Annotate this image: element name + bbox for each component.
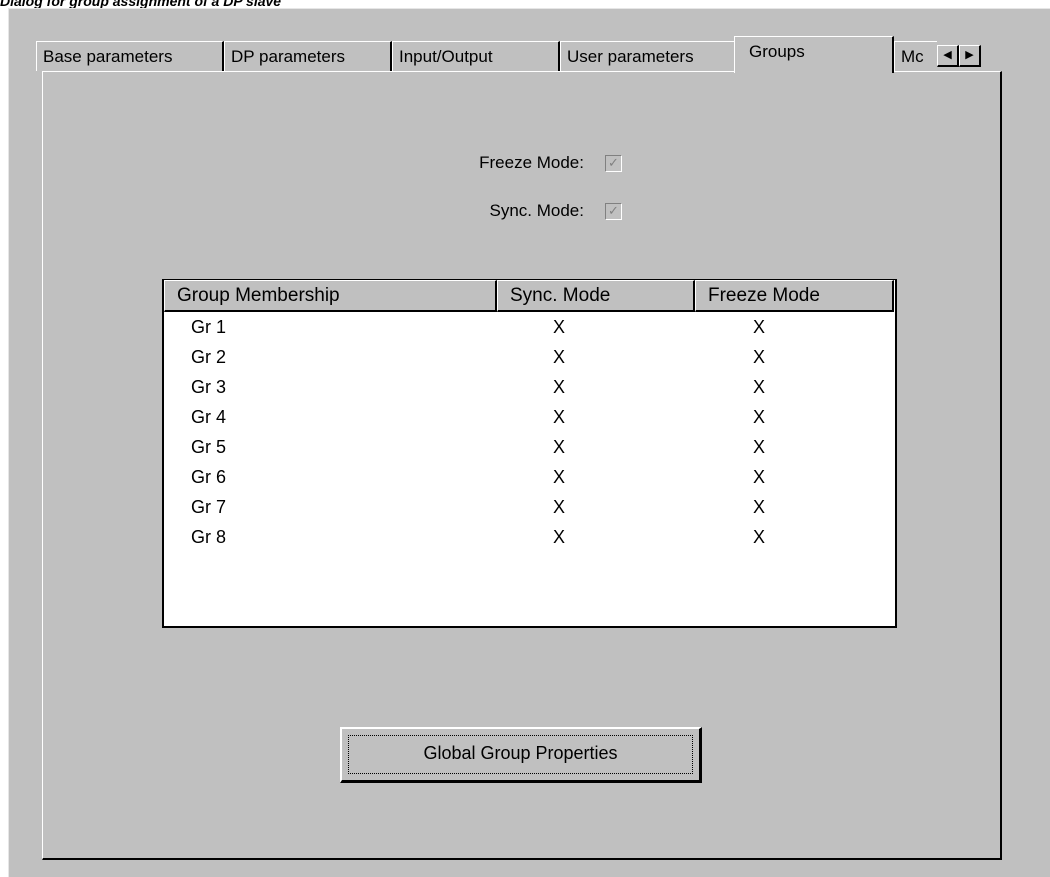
group-name-cell: Gr 6 [191,467,227,487]
global-group-properties-button[interactable]: Global Group Properties [340,727,702,783]
table-row[interactable]: Gr 5 X X [164,432,895,462]
freeze-mode-cell: X [753,467,766,487]
freeze-mode-cell: X [753,527,766,547]
sync-mode-cell: X [553,407,566,427]
arrow-right-icon[interactable]: ▶ [959,45,981,67]
sync-mode-cell: X [553,377,566,397]
sync-mode-checkbox[interactable]: ✓ [605,203,622,220]
table-row[interactable]: Gr 4 X X [164,402,895,432]
table-row[interactable]: Gr 8 X X [164,522,895,552]
tab-base-parameters[interactable]: Base parameters [36,41,224,71]
group-name-cell: Gr 2 [191,347,227,367]
column-header-group-membership[interactable]: Group Membership [164,280,497,312]
sync-mode-cell: X [553,527,566,547]
sync-mode-cell: X [553,497,566,517]
arrow-left-icon[interactable]: ◀ [937,45,959,67]
group-name-cell: Gr 4 [191,407,227,427]
sync-mode-label: Sync. Mode: [489,201,585,220]
group-membership-list[interactable]: Group Membership Sync. Mode Freeze Mode … [162,279,897,628]
freeze-mode-cell: X [753,437,766,457]
freeze-mode-cell: X [753,497,766,517]
group-name-cell: Gr 5 [191,437,227,457]
tab-dp-parameters[interactable]: DP parameters [224,41,392,71]
column-header-freeze-mode[interactable]: Freeze Mode [695,280,894,312]
group-name-cell: Gr 8 [191,527,227,547]
table-row[interactable]: Gr 7 X X [164,492,895,522]
tab-groups[interactable]: Groups [734,36,894,73]
freeze-mode-cell: X [753,377,766,397]
sync-mode-cell: X [553,317,566,337]
column-header-sync-mode[interactable]: Sync. Mode [497,280,695,312]
tab-input-output[interactable]: Input/Output [392,41,560,71]
sync-mode-cell: X [553,467,566,487]
table-row[interactable]: Gr 2 X X [164,342,895,372]
table-row[interactable]: Gr 3 X X [164,372,895,402]
freeze-mode-label: Freeze Mode: [479,153,584,172]
freeze-mode-cell: X [753,407,766,427]
group-name-cell: Gr 3 [191,377,227,397]
table-row[interactable]: Gr 6 X X [164,462,895,492]
tab-more[interactable]: Mc [894,41,937,71]
sync-mode-cell: X [553,437,566,457]
tab-user-parameters[interactable]: User parameters [560,41,740,71]
group-name-cell: Gr 7 [191,497,227,517]
sync-mode-cell: X [553,347,566,367]
focus-rectangle [348,735,693,774]
freeze-mode-checkbox[interactable]: ✓ [605,155,622,172]
group-name-cell: Gr 1 [191,317,227,337]
table-row[interactable]: Gr 1 X X [164,312,895,342]
figure-caption: Dialog for group assignment of a DP slav… [0,0,282,9]
freeze-mode-cell: X [753,347,766,367]
freeze-mode-cell: X [753,317,766,337]
